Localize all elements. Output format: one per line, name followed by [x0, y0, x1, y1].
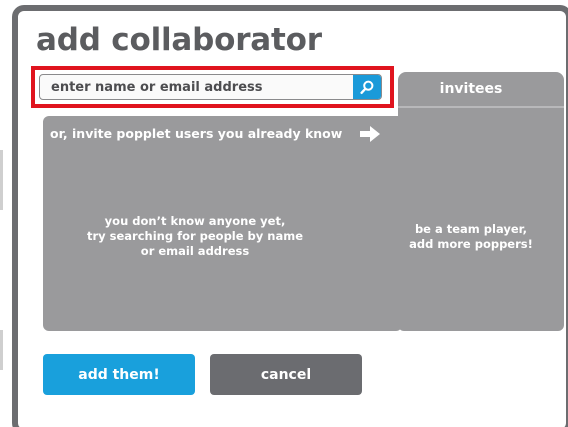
- arrow-right-icon[interactable]: [359, 125, 381, 143]
- known-users-empty-line: or email address: [140, 244, 250, 258]
- known-users-panel: or, invite popplet users you already kno…: [43, 116, 402, 331]
- add-them-button[interactable]: add them!: [43, 354, 195, 395]
- known-users-empty-message: you don’t know anyone yet, try searching…: [43, 214, 347, 259]
- invitees-panel: invitees be a team player, add more popp…: [398, 72, 564, 331]
- known-users-heading: or, invite popplet users you already kno…: [50, 126, 343, 141]
- search-icon: [360, 80, 374, 94]
- background-edge: [0, 150, 3, 210]
- search-button[interactable]: [353, 75, 381, 99]
- search-input[interactable]: [40, 75, 352, 99]
- invitees-title: invitees: [439, 81, 503, 97]
- cancel-button[interactable]: cancel: [210, 354, 362, 395]
- invitees-empty-message: be a team player, add more poppers!: [398, 222, 544, 252]
- invitees-empty-line: be a team player,: [414, 222, 528, 236]
- known-users-empty-line: you don’t know anyone yet,: [104, 214, 286, 228]
- known-users-empty-line: try searching for people by name: [86, 229, 304, 243]
- search-field: [39, 74, 382, 100]
- dialog-title: add collaborator: [36, 22, 322, 58]
- background-edge: [0, 330, 3, 370]
- screen: add collaborator invitees be a team play…: [0, 0, 568, 427]
- invitees-empty-line: add more poppers!: [409, 237, 533, 251]
- invitees-divider: [398, 106, 564, 108]
